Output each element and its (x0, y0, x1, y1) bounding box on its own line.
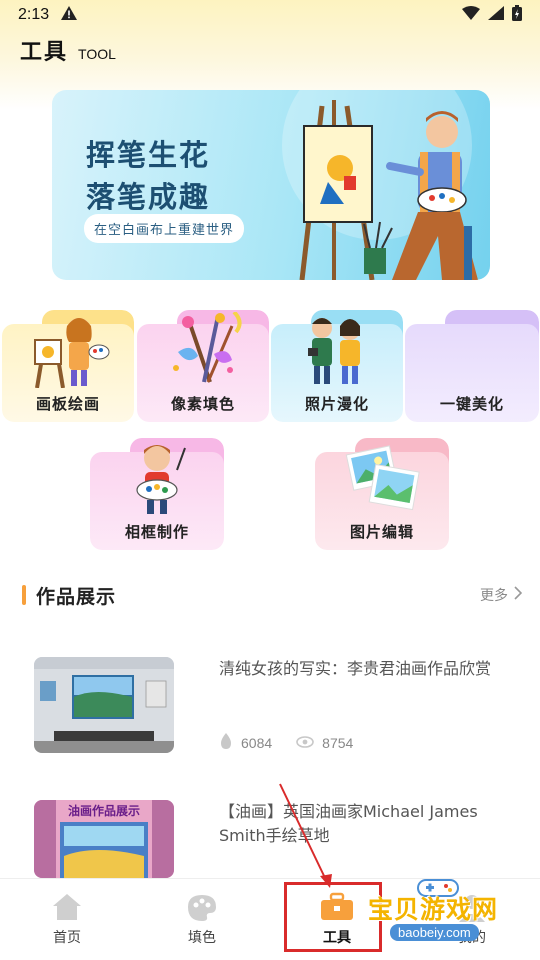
tool-label: 一键美化 (439, 395, 504, 413)
tab-coloring[interactable]: 填色 (162, 891, 242, 947)
works-section-header: 作品展示 更多 (22, 580, 523, 610)
like-count: 6084 (241, 734, 273, 751)
thumb-caption: 油画作品展示 (67, 804, 140, 818)
tool-label: 像素填色 (170, 395, 235, 413)
banner-headline-2: 落笔成趣 (86, 180, 211, 214)
kids-photo-icon (308, 318, 360, 384)
tab-label: 首页 (53, 930, 81, 946)
signal-icon (488, 6, 504, 24)
palette-icon (162, 891, 242, 923)
warning-icon (61, 6, 78, 24)
section-title: 作品展示 (36, 585, 117, 608)
tool-card-pixel-coloring[interactable]: 像素填色 (137, 310, 269, 422)
tool-card-photo-cartoon[interactable]: 照片漫化 (271, 310, 403, 422)
annotation-arrow (279, 783, 332, 888)
home-icon (27, 891, 107, 923)
tool-label: 照片漫化 (304, 395, 369, 413)
tool-label: 图片编辑 (349, 523, 414, 541)
tool-label: 画板绘画 (35, 395, 100, 413)
work-thumbnail: 油画作品展示 (34, 800, 174, 878)
more-label: 更多 (480, 588, 508, 604)
paint-brushes-icon (173, 312, 242, 383)
status-time: 2:13 (18, 6, 50, 23)
tab-home[interactable]: 首页 (27, 891, 107, 947)
photos-icon (345, 445, 420, 511)
page-subtitle: TOOL (78, 46, 116, 62)
page-title: 工具 (20, 40, 69, 65)
banner-tagline: 在空白画布上重建世界 (84, 214, 245, 243)
work-thumbnail (34, 657, 174, 753)
eye-icon (296, 735, 314, 751)
work-title: 清纯女孩的写实：李贵君油画作品欣赏 (219, 659, 492, 678)
status-bar: 2:13 (0, 0, 540, 30)
boy-palette-icon (136, 445, 186, 514)
work-title: 【油画】英国油画家Michael James Smith手绘草地 (219, 802, 478, 845)
girl-painting-icon (34, 318, 110, 388)
chevron-right-icon (514, 586, 523, 604)
tool-card-frame-maker[interactable]: 相框制作 (90, 438, 224, 550)
tool-card-image-editor[interactable]: 图片编辑 (315, 438, 449, 550)
painter-illustration (299, 100, 478, 280)
work-stats: 6084 8754 (219, 733, 377, 752)
promo-banner[interactable]: 挥笔生花 落笔成趣 在空白画布上重建世界 (52, 90, 490, 280)
tool-label: 相框制作 (124, 523, 189, 541)
fire-icon (219, 733, 233, 752)
watermark-text: 宝贝游戏网 (368, 895, 499, 924)
wifi-icon (462, 6, 480, 24)
more-link[interactable]: 更多 (480, 585, 523, 605)
tab-label: 填色 (188, 930, 216, 946)
battery-icon (512, 5, 522, 25)
view-count: 8754 (322, 734, 354, 751)
tool-card-drawing-board[interactable]: 画板绘画 (2, 310, 134, 422)
banner-headline-1: 挥笔生花 (86, 138, 211, 172)
site-watermark: 宝贝游戏网 baobeiy.com (362, 876, 540, 960)
tool-card-one-tap-beautify[interactable]: 一键美化 (405, 310, 539, 422)
work-item[interactable]: 清纯女孩的写实：李贵君油画作品欣赏 6084 8754 (34, 657, 504, 757)
page-header: 工具 TOOL (20, 34, 116, 66)
watermark-url: baobeiy.com (390, 924, 479, 941)
section-accent-bar (22, 585, 26, 605)
